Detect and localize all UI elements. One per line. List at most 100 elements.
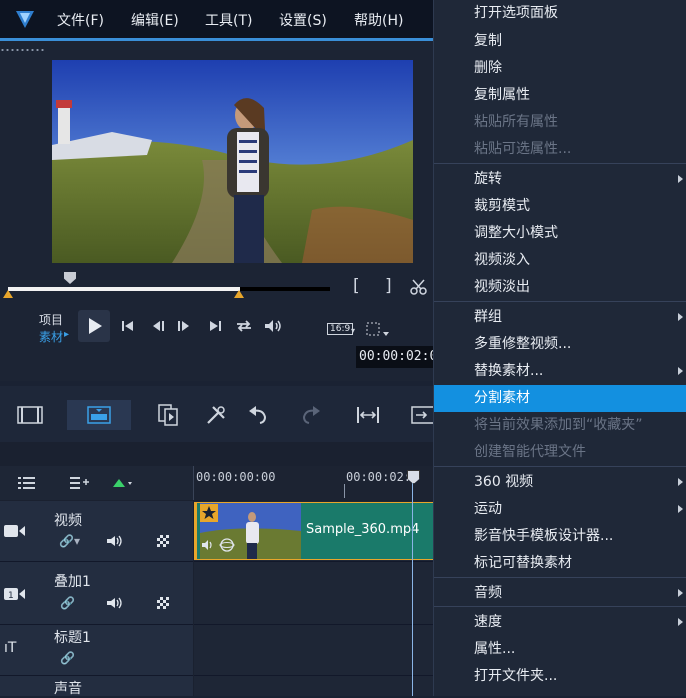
context-menu-item-label: 标记可替换素材	[474, 555, 572, 571]
context-menu-item[interactable]: 视频淡入	[434, 247, 686, 274]
fit-project-icon[interactable]	[355, 405, 381, 425]
split-scissors-icon[interactable]	[410, 278, 428, 296]
track-transparency-icon[interactable]	[157, 597, 169, 609]
menu-separator	[434, 606, 686, 607]
context-menu-item[interactable]: 属性...	[434, 636, 686, 663]
chapter-marker-icon[interactable]	[113, 478, 133, 488]
context-menu-item[interactable]: 360 视频	[434, 469, 686, 496]
link-icon[interactable]: 🔗▾	[59, 534, 80, 548]
track-transparency-icon[interactable]	[157, 535, 169, 547]
context-menu-item[interactable]: 打开文件夹...	[434, 663, 686, 690]
context-menu-item[interactable]: 复制	[434, 28, 686, 55]
tools-icon[interactable]	[205, 404, 227, 426]
menu-edit[interactable]: 编辑(E)	[131, 10, 179, 30]
clip-context-menu: 打开选项面板 复制 删除 复制属性 粘贴所有属性 粘贴可选属性... 旋转 裁剪模式 调整大小模…	[433, 0, 686, 696]
prev-frame-icon[interactable]	[150, 318, 166, 334]
context-menu-item[interactable]: 群组	[434, 304, 686, 331]
track-header-overlay[interactable]	[0, 562, 193, 625]
menubar: 文件(F) 编辑(E) 工具(T) 设置(S) 帮助(H)	[0, 0, 436, 41]
context-menu-item-label: 视频淡出	[474, 279, 530, 295]
track-name-video: 视频	[54, 513, 82, 529]
context-menu-item[interactable]: 音频	[434, 580, 686, 607]
context-menu-item[interactable]: 裁剪模式	[434, 193, 686, 220]
track-mute-icon[interactable]	[106, 597, 124, 609]
context-menu-item-label: 打开文件夹...	[474, 668, 558, 684]
context-menu-item-label: 删除	[474, 60, 502, 76]
context-menu-item-label: 360 视频	[474, 474, 534, 490]
overlay-track-area[interactable]	[194, 562, 436, 625]
track-header-voice[interactable]	[0, 676, 193, 696]
context-menu-item[interactable]: 影音快手模板设计器...	[434, 523, 686, 550]
clip-360-icon	[219, 538, 235, 552]
context-menu-item-label: 裁剪模式	[474, 198, 530, 214]
go-start-icon[interactable]	[120, 318, 136, 334]
context-menu-item[interactable]: 打开选项面板	[434, 0, 686, 27]
timeline-playhead-line[interactable]	[412, 472, 413, 696]
mode-arrow-icon: ▸	[64, 329, 70, 340]
context-menu-item[interactable]: 替换素材...	[434, 358, 686, 385]
context-menu-item[interactable]: 旋转	[434, 166, 686, 193]
context-menu-item[interactable]: 速度	[434, 609, 686, 636]
storyboard-view-button[interactable]	[67, 400, 131, 430]
video-preview	[52, 60, 413, 263]
clip-audio-icon	[202, 540, 212, 550]
context-menu-item-label: 旋转	[474, 171, 502, 187]
track-name-voice: 声音	[54, 681, 82, 697]
panel-grip[interactable]	[0, 49, 45, 51]
context-menu-item[interactable]: 调整大小模式	[434, 220, 686, 247]
track-header-video[interactable]	[0, 501, 193, 562]
menu-separator	[434, 577, 686, 578]
submenu-arrow-icon	[678, 367, 683, 375]
link-icon-disabled: 🔗	[60, 651, 75, 665]
trim-end-handle[interactable]	[234, 290, 244, 298]
context-menu-item[interactable]: 复制属性	[434, 82, 686, 109]
context-menu-item[interactable]: 运动	[434, 496, 686, 523]
track-header-title[interactable]	[0, 625, 193, 676]
context-menu-item-label: 音频	[474, 585, 502, 601]
undo-icon[interactable]	[247, 405, 269, 425]
menu-settings[interactable]: 设置(S)	[279, 10, 327, 30]
context-menu-item[interactable]: 多重修整视频...	[434, 331, 686, 358]
play-button[interactable]	[78, 310, 110, 342]
trim-start-handle[interactable]	[3, 290, 13, 298]
menu-help[interactable]: 帮助(H)	[354, 10, 403, 30]
link-icon-disabled: 🔗	[60, 596, 75, 610]
aspect-ratio-button[interactable]: 16:9	[327, 323, 354, 335]
context-menu-item-label: 属性...	[474, 641, 516, 657]
storyboard-icon	[87, 406, 111, 424]
context-menu-item[interactable]: 视频淡出	[434, 274, 686, 301]
track-mute-icon[interactable]	[106, 535, 124, 547]
mode-project-label[interactable]: 项目	[39, 311, 63, 328]
menu-file[interactable]: 文件(F)	[57, 10, 104, 30]
context-menu-item-label: 粘贴所有属性	[474, 114, 558, 130]
context-menu-item[interactable]: 标记可替换素材	[434, 550, 686, 577]
aspect-dropdown-icon[interactable]: ▾	[351, 326, 355, 335]
next-frame-icon[interactable]	[176, 318, 192, 334]
volume-icon[interactable]	[263, 318, 283, 334]
ruler-label-start: 00:00:00:00	[196, 470, 276, 484]
context-menu-item-label: 替换素材...	[474, 363, 544, 379]
svg-text:1: 1	[8, 591, 14, 601]
crop-display-icon[interactable]	[366, 321, 390, 339]
title-track-area[interactable]	[194, 625, 436, 676]
mode-clip-label[interactable]: 素材	[39, 328, 63, 345]
timeline-view-icon[interactable]	[17, 405, 43, 425]
track-name-title: 标题1	[54, 630, 91, 646]
add-track-icon[interactable]	[70, 476, 90, 490]
go-end-icon[interactable]	[207, 318, 223, 334]
menu-separator	[434, 163, 686, 164]
play-icon	[89, 318, 102, 334]
menu-tools[interactable]: 工具(T)	[205, 10, 252, 30]
record-capture-icon[interactable]	[157, 404, 181, 426]
context-menu-item[interactable]: 分割素材	[434, 385, 686, 412]
mark-out-icon[interactable]: ]	[385, 276, 392, 296]
context-menu-item-label: 调整大小模式	[474, 225, 558, 241]
repeat-icon[interactable]	[234, 318, 254, 334]
video-track-icon	[4, 525, 25, 537]
track-manager-icon[interactable]	[18, 476, 38, 490]
overlay-track-icon: 1	[4, 588, 25, 601]
context-menu-item[interactable]: 删除	[434, 55, 686, 82]
mark-in-icon[interactable]: [	[353, 276, 360, 296]
timecode-display[interactable]: 00:00:02:0	[356, 346, 436, 368]
voice-track-area[interactable]	[194, 676, 436, 696]
